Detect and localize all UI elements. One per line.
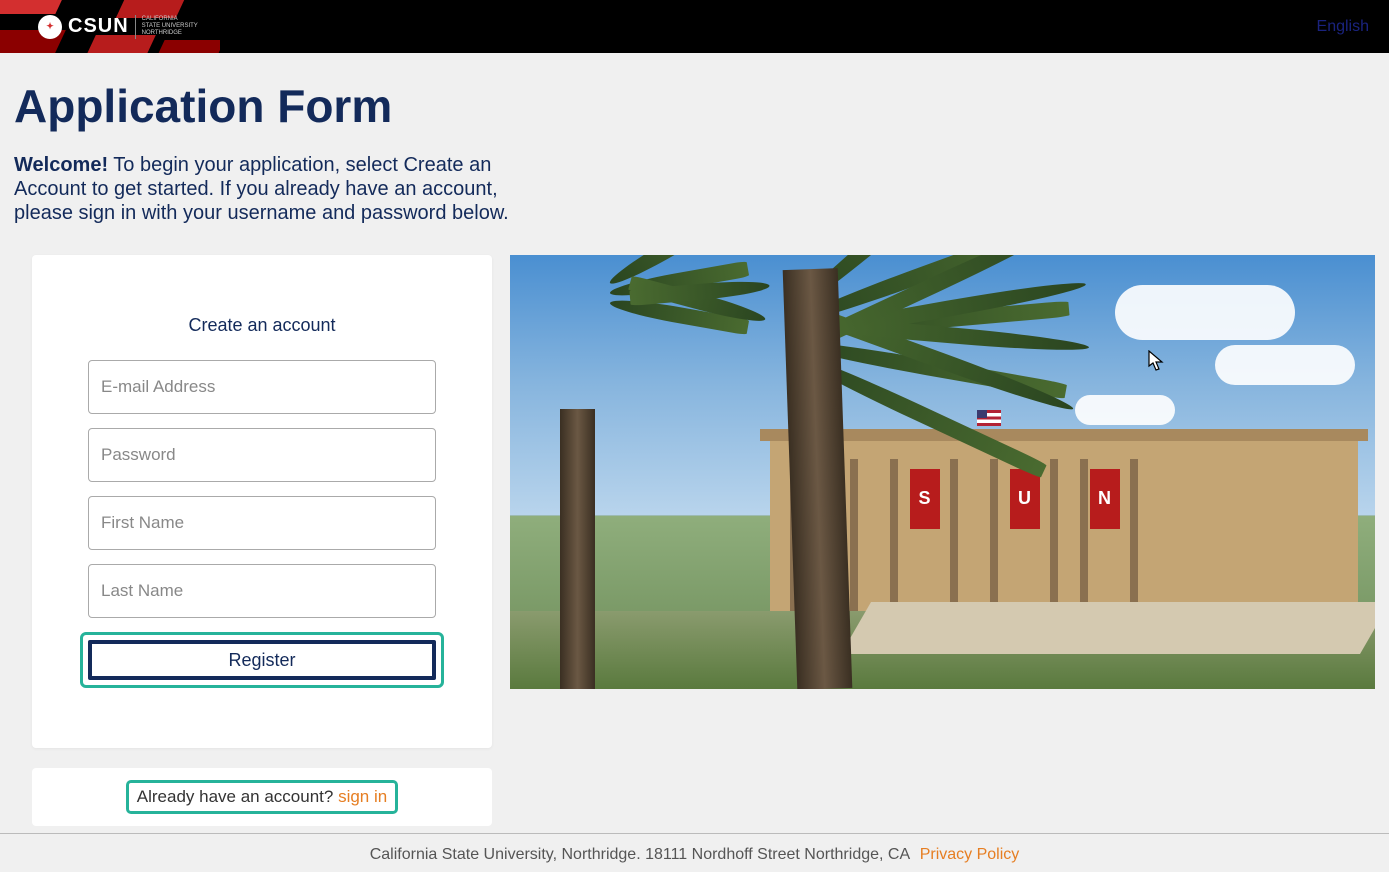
footer-text: California State University, Northridge.… bbox=[370, 846, 910, 863]
welcome-text: Welcome! To begin your application, sele… bbox=[14, 153, 514, 225]
signin-prompt: Already have an account? bbox=[137, 787, 338, 806]
password-field[interactable] bbox=[88, 428, 436, 482]
create-account-card: Create an account Register bbox=[32, 255, 492, 748]
top-header: ✦ CSUN California State University North… bbox=[0, 0, 1389, 53]
palm-tree-small bbox=[560, 409, 595, 689]
page-title: Application Form bbox=[14, 79, 1375, 133]
signin-card: Already have an account? sign in bbox=[32, 768, 492, 826]
flag-icon bbox=[977, 410, 1001, 426]
signin-highlight: Already have an account? sign in bbox=[126, 780, 398, 814]
logo-divider bbox=[135, 15, 136, 39]
lastname-field[interactable] bbox=[88, 564, 436, 618]
logo-main-text: CSUN bbox=[68, 15, 129, 38]
form-heading: Create an account bbox=[60, 315, 464, 336]
register-button[interactable]: Register bbox=[88, 640, 436, 680]
firstname-field[interactable] bbox=[88, 496, 436, 550]
campus-building: C S U N bbox=[770, 429, 1358, 624]
privacy-policy-link[interactable]: Privacy Policy bbox=[920, 846, 1020, 863]
email-field[interactable] bbox=[88, 360, 436, 414]
banner-u: U bbox=[1010, 469, 1040, 529]
footer: California State University, Northridge.… bbox=[0, 833, 1389, 872]
banner-s: S bbox=[910, 469, 940, 529]
banner-n: N bbox=[1090, 469, 1120, 529]
seal-icon: ✦ bbox=[38, 15, 62, 39]
language-selector[interactable]: English bbox=[1317, 18, 1369, 36]
logo-subtext: California State University Northridge bbox=[142, 16, 198, 37]
signin-link[interactable]: sign in bbox=[338, 787, 387, 806]
site-logo[interactable]: ✦ CSUN California State University North… bbox=[0, 0, 220, 53]
hero-image: C S U N bbox=[510, 255, 1375, 689]
main-content: Application Form Welcome! To begin your … bbox=[0, 53, 1389, 826]
register-highlight: Register bbox=[80, 632, 444, 688]
